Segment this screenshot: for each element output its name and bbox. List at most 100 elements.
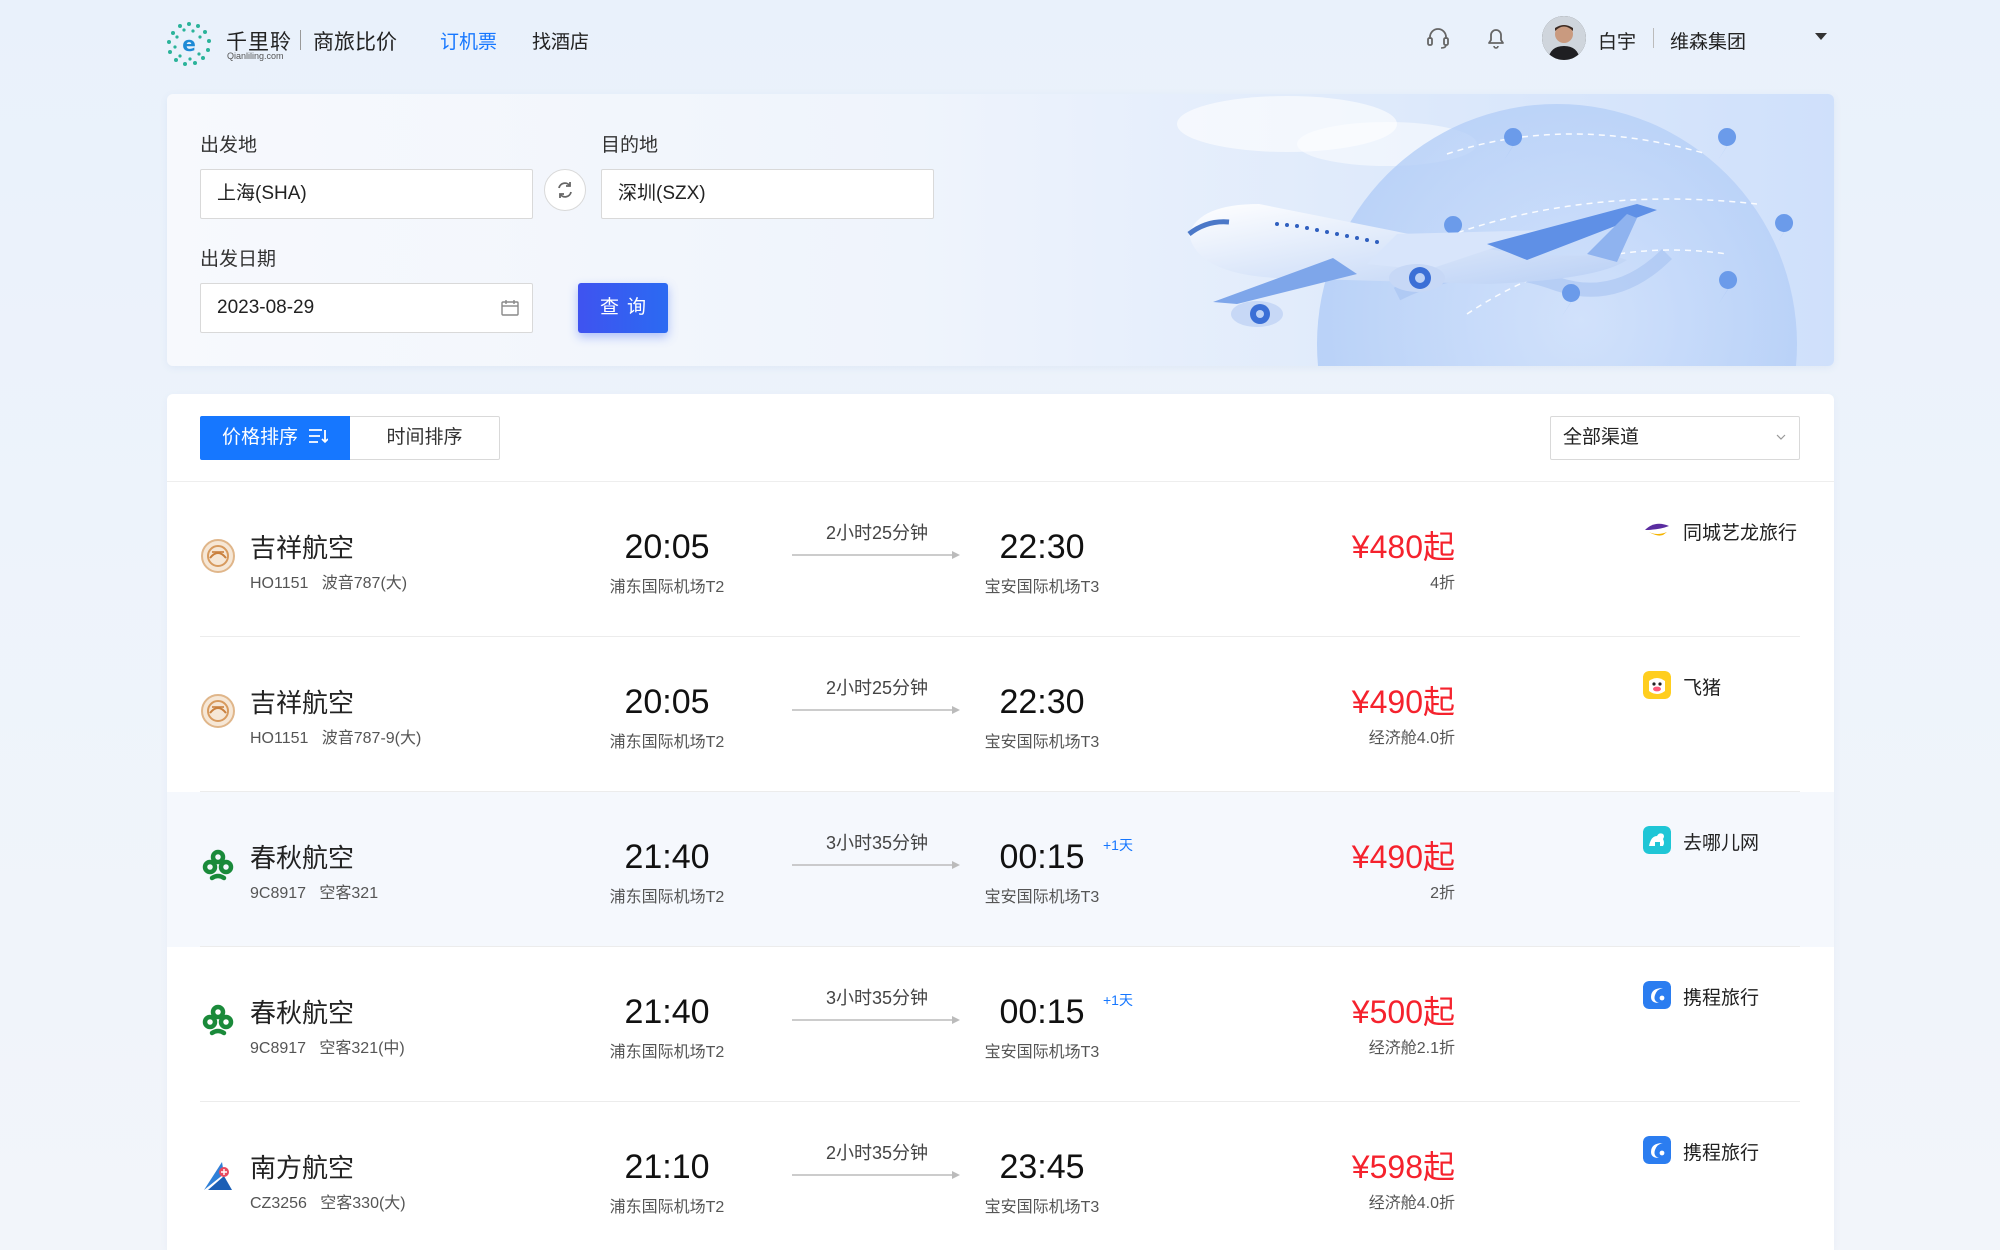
arrival-time: 00:15	[999, 993, 1085, 1031]
origin-input[interactable]: 上海(SHA)	[200, 169, 533, 219]
nav-hotels[interactable]: 找酒店	[532, 27, 589, 54]
discount: 经济舱4.0折	[1368, 1195, 1455, 1212]
arrival-airport: 宝安国际机场T3	[984, 1199, 1100, 1216]
flight-code: CZ3256	[250, 1195, 307, 1212]
booking-channel[interactable]: 同城艺龙旅行	[1683, 518, 1797, 545]
airline-name: 春秋航空	[250, 998, 355, 1028]
query-button[interactable]: 查询	[578, 283, 668, 333]
flight-results: 价格排序 时间排序 全部渠道 吉祥航空 HO1151 波音787(大) 20:05 浦…	[167, 394, 1834, 1250]
aircraft-type: 波音787(大)	[321, 575, 408, 592]
discount: 经济舱4.0折	[1368, 730, 1455, 747]
flight-info: 9C8917 空客321	[250, 879, 378, 903]
juneyao-icon	[201, 694, 235, 728]
aircraft-type: 空客330(大)	[320, 1195, 406, 1212]
price[interactable]: ¥500起	[1267, 987, 1455, 1033]
logo-subtitle: Qianliling.com	[227, 51, 284, 61]
airline-name: 吉祥航空	[250, 533, 355, 563]
fliggy-icon	[1643, 671, 1671, 699]
price[interactable]: ¥490起	[1267, 832, 1455, 878]
svg-text:e: e	[182, 32, 196, 56]
aircraft-type: 空客321	[319, 885, 379, 902]
arrow-right-icon	[792, 706, 960, 714]
juneyao-icon	[201, 539, 235, 573]
bell-icon[interactable]	[1482, 24, 1510, 52]
price[interactable]: ¥490起	[1267, 677, 1455, 723]
departure-airport: 浦东国际机场T2	[609, 889, 725, 906]
departure-time: 20:05	[624, 683, 710, 721]
qianliling-logo-icon[interactable]: e	[165, 20, 213, 68]
arrival-airport: 宝安国际机场T3	[984, 1044, 1100, 1061]
flight-duration: 2小时35分钟	[825, 1143, 929, 1163]
sort-by-time-button[interactable]: 时间排序	[350, 416, 500, 460]
arrival-time: 22:30	[999, 528, 1085, 566]
ctrip-icon	[1643, 981, 1671, 1009]
flight-duration: 3小时35分钟	[825, 988, 929, 1008]
aircraft-type: 空客321(中)	[319, 1040, 405, 1057]
flight-row[interactable]: 春秋航空 9C8917 空客321(中) 21:40 浦东国际机场T2 3小时35分钟 0…	[167, 947, 1834, 1102]
destination-label: 目的地	[601, 135, 659, 156]
arrival-airport: 宝安国际机场T3	[984, 579, 1100, 596]
flight-row[interactable]: 南方航空 CZ3256 空客330(大) 21:10 浦东国际机场T2 2小时35分钟 2…	[167, 1102, 1834, 1250]
logo-slogan: 商旅比价	[313, 31, 397, 54]
flight-row[interactable]: 吉祥航空 HO1151 波音787(大) 20:05 浦东国际机场T2 2小时25分钟 2…	[167, 482, 1834, 637]
flight-duration: 2小时25分钟	[825, 523, 929, 543]
airline-name: 南方航空	[250, 1153, 355, 1183]
booking-channel[interactable]: 去哪儿网	[1683, 828, 1759, 855]
booking-channel[interactable]: 携程旅行	[1683, 983, 1759, 1010]
date-input[interactable]: 2023-08-29	[200, 283, 533, 333]
calendar-icon[interactable]	[500, 298, 520, 318]
flight-duration: 3小时35分钟	[825, 833, 929, 853]
arrival-time: 23:45	[999, 1148, 1085, 1186]
ctrip-icon	[1643, 1136, 1671, 1164]
qunar-icon	[1643, 826, 1671, 854]
arrow-right-icon	[792, 1171, 960, 1179]
flight-info: HO1151 波音787-9(大)	[250, 724, 421, 748]
user-avatar[interactable]	[1542, 16, 1586, 60]
top-header: e 千里聆 Qianliling.com 商旅比价 订机票 找酒店 白宇 维森集…	[0, 0, 2000, 78]
arrival-time: 22:30	[999, 683, 1085, 721]
tongcheng-icon	[1643, 516, 1671, 544]
arrival-airport: 宝安国际机场T3	[984, 889, 1100, 906]
next-day-badge: +1天	[1103, 837, 1133, 853]
price[interactable]: ¥480起	[1267, 522, 1455, 568]
booking-channel[interactable]: 携程旅行	[1683, 1138, 1759, 1165]
date-label: 出发日期	[200, 249, 277, 270]
sort-bar: 价格排序 时间排序 全部渠道	[167, 394, 1834, 482]
destination-input[interactable]: 深圳(SZX)	[601, 169, 934, 219]
swap-cities-button[interactable]	[544, 169, 586, 211]
flight-row[interactable]: 吉祥航空 HO1151 波音787-9(大) 20:05 浦东国际机场T2 2小时25分…	[167, 637, 1834, 792]
price[interactable]: ¥598起	[1267, 1142, 1455, 1188]
departure-airport: 浦东国际机场T2	[609, 734, 725, 751]
swap-icon	[558, 182, 572, 198]
date-value: 2023-08-29	[217, 297, 315, 318]
flight-info: HO1151 波音787(大)	[250, 569, 407, 593]
caret-down-icon[interactable]	[1815, 33, 1827, 40]
chevron-down-icon	[1776, 434, 1786, 440]
booking-channel[interactable]: 飞猪	[1683, 673, 1721, 700]
sort-icon	[309, 429, 328, 444]
arrival-time: 00:15	[999, 838, 1085, 876]
user-divider	[1653, 28, 1654, 48]
channel-select-value: 全部渠道	[1563, 427, 1640, 448]
discount: 4折	[1430, 575, 1455, 592]
airline-name: 吉祥航空	[250, 688, 355, 718]
csair-icon	[204, 1162, 232, 1190]
arrival-airport: 宝安国际机场T3	[984, 734, 1100, 751]
flight-code: HO1151	[250, 730, 309, 747]
search-panel: 出发地 上海(SHA) 目的地 深圳(SZX) 出发日期 2023-08-29 …	[167, 94, 1834, 366]
departure-time: 21:40	[624, 993, 710, 1031]
company-name[interactable]: 维森集团	[1670, 27, 1746, 54]
flight-code: 9C8917	[250, 885, 307, 902]
headset-icon[interactable]	[1424, 24, 1452, 52]
next-day-badge: +1天	[1103, 992, 1133, 1008]
nav-flights[interactable]: 订机票	[440, 27, 497, 54]
flight-info: CZ3256 空客330(大)	[250, 1189, 406, 1213]
departure-time: 20:05	[624, 528, 710, 566]
user-name[interactable]: 白宇	[1598, 27, 1636, 54]
origin-label: 出发地	[200, 135, 258, 156]
flight-row[interactable]: 春秋航空 9C8917 空客321 21:40 浦东国际机场T2 3小时35分钟 00:1…	[167, 792, 1834, 947]
sort-by-price-button[interactable]: 价格排序	[200, 416, 350, 460]
departure-time: 21:10	[624, 1148, 710, 1186]
discount: 经济舱2.1折	[1368, 1040, 1455, 1057]
channel-select[interactable]: 全部渠道	[1550, 416, 1800, 460]
